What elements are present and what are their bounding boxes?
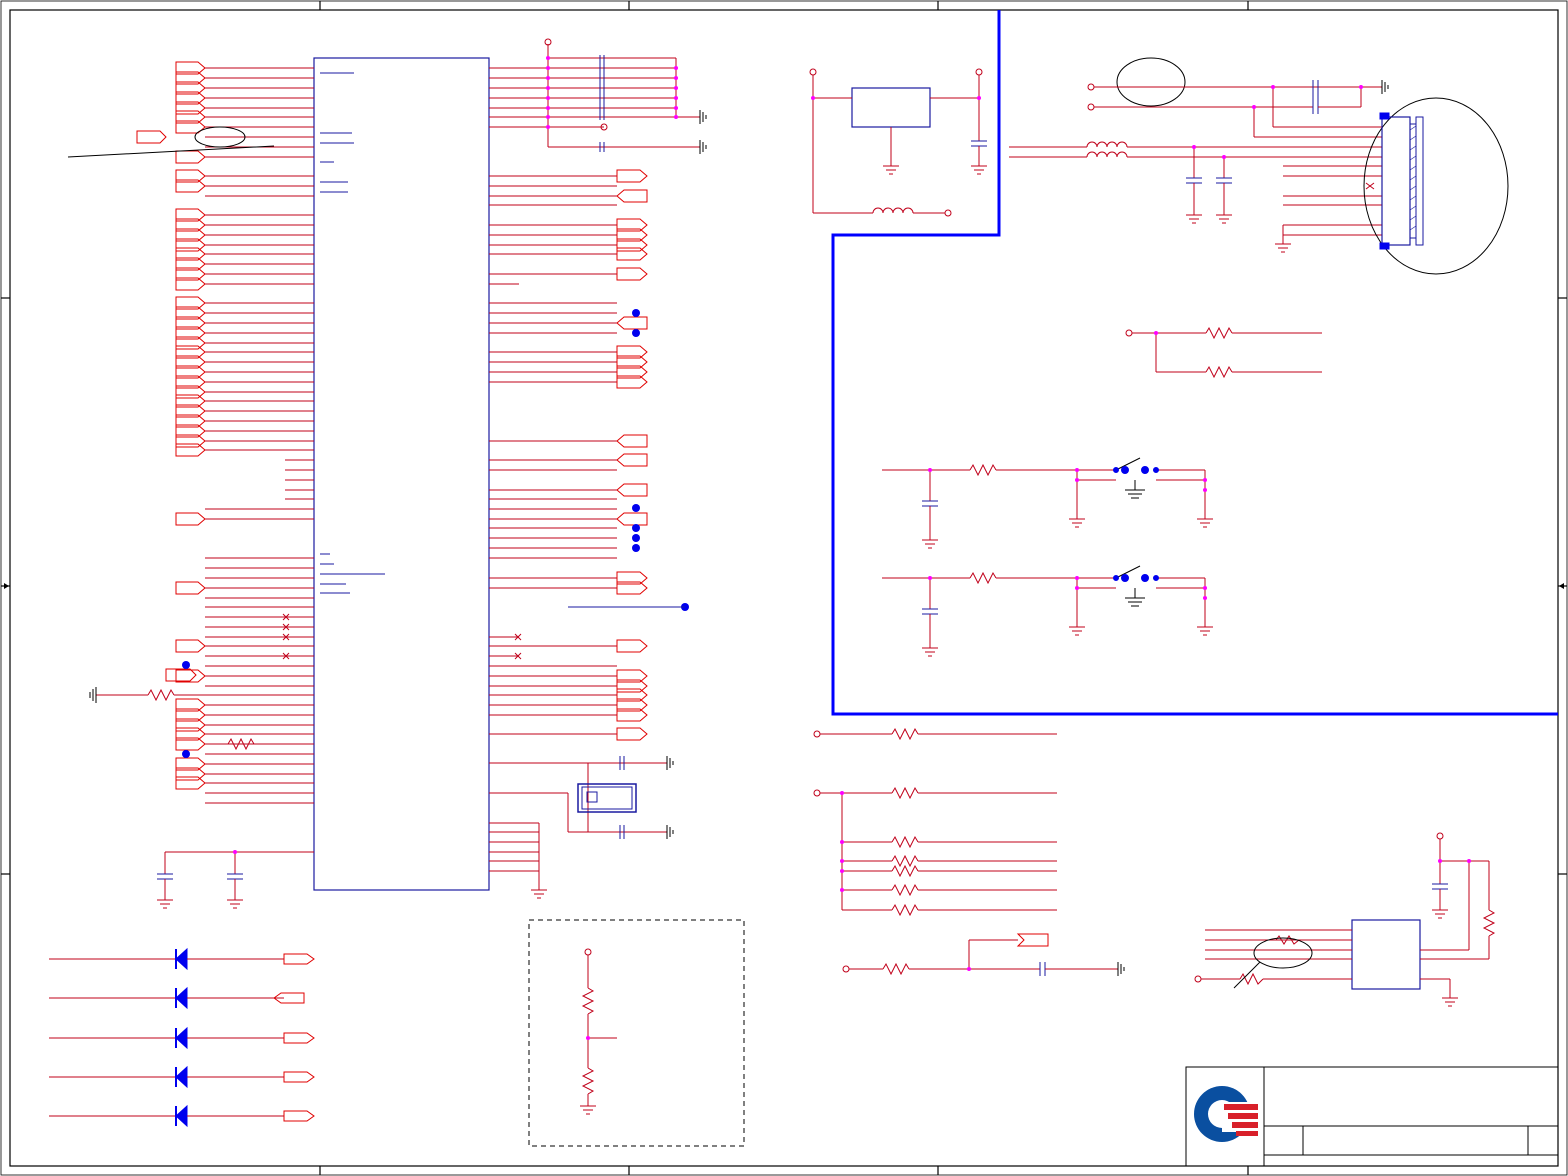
led-diode bbox=[175, 947, 188, 971]
junction bbox=[1203, 478, 1207, 482]
port-flag bbox=[175, 639, 206, 653]
ic-left-pin-wires bbox=[205, 67, 314, 804]
port-flag bbox=[616, 189, 648, 203]
sensor-ic-circuit bbox=[1194, 832, 1496, 1007]
junction bbox=[233, 850, 237, 854]
series-resistor-network bbox=[813, 727, 1125, 976]
left-port-flags bbox=[136, 61, 206, 790]
junction bbox=[1154, 331, 1158, 335]
led-indicators bbox=[49, 947, 315, 1128]
resistor bbox=[969, 571, 997, 585]
port-flag bbox=[175, 581, 206, 595]
connector-hatch bbox=[1409, 125, 1417, 231]
junction bbox=[586, 1036, 590, 1040]
crystal-oscillator bbox=[489, 756, 674, 839]
port-flag bbox=[616, 316, 648, 330]
callout-annotation bbox=[67, 126, 275, 158]
port-flag bbox=[175, 150, 206, 164]
junction bbox=[1075, 468, 1079, 472]
company-logo bbox=[1194, 1086, 1258, 1142]
junction bbox=[1075, 586, 1079, 590]
port-flag bbox=[616, 453, 648, 467]
switch-contact bbox=[1141, 466, 1149, 474]
switch-contact bbox=[1153, 575, 1159, 581]
switch-contact bbox=[1113, 575, 1119, 581]
ic-ground-pins bbox=[489, 822, 547, 899]
port-flag bbox=[616, 169, 648, 183]
voltage-divider-block bbox=[528, 919, 745, 1147]
resistor-network-junctions bbox=[840, 791, 971, 971]
junction bbox=[1075, 576, 1079, 580]
port-flag bbox=[616, 512, 648, 526]
led-diode bbox=[175, 1104, 188, 1128]
port-flag bbox=[283, 1110, 315, 1122]
led-diode bbox=[175, 986, 188, 1010]
port-flag bbox=[175, 776, 206, 790]
connector-junctions bbox=[1192, 85, 1363, 159]
junction bbox=[1203, 596, 1207, 600]
cap-bank-junctions bbox=[546, 56, 678, 129]
port-flag bbox=[616, 483, 648, 497]
button-circuit bbox=[882, 457, 1213, 549]
port-flag bbox=[165, 668, 197, 682]
port-flag bbox=[283, 1032, 315, 1044]
connector-circuit bbox=[1009, 57, 1509, 275]
led-diode bbox=[175, 1026, 188, 1050]
junction bbox=[928, 576, 932, 580]
port-flag bbox=[616, 639, 648, 653]
test-points bbox=[182, 309, 689, 758]
port-flag bbox=[616, 727, 648, 741]
junction bbox=[1203, 488, 1207, 492]
voltage-regulator bbox=[809, 68, 987, 217]
button-circuit bbox=[882, 565, 1213, 657]
schematic-sheet bbox=[0, 0, 1568, 1176]
resistor bbox=[969, 463, 997, 477]
right-port-flags bbox=[616, 169, 648, 741]
port-flag bbox=[283, 953, 315, 965]
port-flag bbox=[136, 130, 167, 144]
switch-contact bbox=[1121, 466, 1129, 474]
switch-contact bbox=[1121, 574, 1129, 582]
port-flag bbox=[616, 247, 648, 261]
junction bbox=[1203, 586, 1207, 590]
switch-contact bbox=[1153, 467, 1159, 473]
led-diode bbox=[175, 1065, 188, 1089]
junction bbox=[928, 468, 932, 472]
switch-contact bbox=[1113, 467, 1119, 473]
pullup-resistors bbox=[1125, 326, 1322, 379]
port-flag bbox=[283, 1071, 315, 1083]
ic-right-pin-wires bbox=[489, 175, 617, 735]
junction bbox=[1075, 478, 1079, 482]
port-flag bbox=[616, 267, 648, 281]
main-ic-symbol bbox=[313, 57, 490, 891]
decoupling-cap-bank bbox=[489, 38, 707, 154]
port-flag bbox=[616, 434, 648, 448]
push-button-circuits bbox=[882, 457, 1213, 657]
switch-contact bbox=[1141, 574, 1149, 582]
bottom-left-capacitors bbox=[157, 851, 314, 909]
port-flag bbox=[175, 512, 206, 526]
port-flag bbox=[175, 443, 206, 457]
port-flag bbox=[1016, 933, 1049, 947]
block-separator bbox=[831, 10, 1558, 716]
